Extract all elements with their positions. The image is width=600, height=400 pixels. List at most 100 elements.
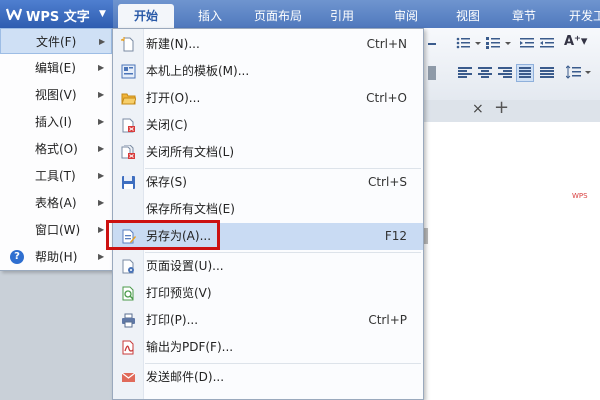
template-icon [121,64,136,79]
menu-item-save-all[interactable]: 保存所有文档(E) [113,196,423,223]
menu-item-label: 本机上的模板(M)... [146,64,250,78]
wps-logo-icon [6,8,22,21]
print-preview-icon [122,286,134,301]
menu-item-insert[interactable]: 插入(I) ▶ [0,109,112,135]
menu-item-window[interactable]: 窗口(W) ▶ [0,217,112,243]
menu-item-tools[interactable]: 工具(T) ▶ [0,163,112,189]
tab-sections[interactable]: 章节 [504,4,544,28]
menu-item-label: 新建(N)... [146,37,200,51]
chevron-right-icon: ▶ [98,225,105,234]
tab-view[interactable]: 视图 [448,4,488,28]
ribbon-fragment-icon [428,66,436,80]
tab-home[interactable]: 开始 [118,4,174,28]
tab-insert[interactable]: 插入 [190,4,230,28]
change-case-icon: A⁺▾ [564,34,588,49]
menu-item-label: 保存(S) [146,175,187,189]
chevron-right-icon: ▶ [98,90,105,99]
app-title: WPS 文字 [26,10,90,25]
menu-item-label: 工具(T) [35,169,76,183]
menu-item-format[interactable]: 格式(O) ▶ [0,136,112,162]
document-page[interactable] [424,122,600,400]
tab-page-layout[interactable]: 页面布局 [246,4,310,28]
menu-item-label: 打印(P)... [146,313,199,327]
tab-references[interactable]: 引用 [322,4,362,28]
chevron-right-icon: ▶ [98,198,105,207]
tab-review[interactable]: 审阅 [386,4,426,28]
menu-item-save[interactable]: 保存(S) Ctrl+S [113,169,423,196]
wps-main-menu: 文件(F) ▶ 编辑(E) ▶ 视图(V) ▶ 插入(I) ▶ 格式(O) ▶ 工具(T)… [0,28,113,271]
bullet-list-icon [456,37,481,49]
open-folder-icon [121,93,136,105]
menu-item-templates[interactable]: 本机上的模板(M)... [113,58,423,85]
menu-item-partial[interactable] [113,391,423,399]
close-tab-icon[interactable]: × [472,101,484,117]
menu-item-close[interactable]: 关闭(C) [113,112,423,139]
chevron-down-icon: ▼ [99,9,106,19]
menu-item-label: 帮助(H) [35,250,78,264]
chevron-right-icon: ▶ [98,252,105,261]
menu-item-label: 编辑(E) [35,61,76,75]
line-spacing-icon [565,65,591,79]
justify-button[interactable] [516,64,534,82]
menu-item-file[interactable]: 文件(F) ▶ [0,28,112,54]
increase-indent-button[interactable] [540,36,556,52]
new-tab-button[interactable]: + [494,97,509,118]
menu-item-edit[interactable]: 编辑(E) ▶ [0,55,112,81]
shortcut-label: Ctrl+N [366,37,407,51]
menu-item-send-mail[interactable]: 发送邮件(D)... [113,364,423,391]
chevron-right-icon: ▶ [98,63,105,72]
indent-icon [540,38,554,48]
menu-item-label: 窗口(W) [35,223,81,237]
change-case-button[interactable]: A⁺▾ [564,34,587,50]
file-submenu: 新建(N)... Ctrl+N 本机上的模板(M)... 打开(O)... Ct… [112,28,424,400]
close-all-documents-icon [121,145,135,159]
numbered-list-button[interactable] [486,36,512,52]
save-icon [122,176,135,189]
menu-item-view[interactable]: 视图(V) ▶ [0,82,112,108]
chevron-right-icon: ▶ [98,171,105,180]
tab-developer[interactable]: 开发工 [562,4,600,28]
chevron-right-icon: ▶ [98,117,105,126]
pdf-export-icon [122,340,134,355]
ruler-marker [424,228,428,244]
help-icon: ? [10,250,24,264]
menu-item-label: 格式(O) [35,142,78,156]
close-document-icon [122,118,135,133]
print-icon [122,313,135,328]
menu-item-label: 发送邮件(D)... [146,370,225,384]
align-left-button[interactable] [458,67,472,79]
line-spacing-button[interactable] [565,64,592,80]
align-center-button[interactable] [478,67,492,79]
menu-item-page-setup[interactable]: 页面设置(U)... [113,253,423,280]
chevron-right-icon: ▶ [98,144,105,153]
new-document-icon [121,37,134,52]
numbered-list-icon [486,37,511,49]
wps-menu-button[interactable]: WPS 文字 ▼ [0,0,113,28]
bullet-list-button[interactable] [456,36,482,52]
decrease-indent-button[interactable] [520,36,536,52]
distribute-button[interactable] [540,67,554,79]
menu-item-label: 打印预览(V) [146,286,212,300]
menu-item-close-all[interactable]: 关闭所有文档(L) [113,139,423,166]
shortcut-label: Ctrl+O [366,91,407,105]
page-setup-icon [122,259,134,274]
menu-item-export-pdf[interactable]: 输出为PDF(F)... [113,334,423,361]
align-right-button[interactable] [498,67,512,79]
highlight-annotation [106,220,220,250]
justify-icon [519,67,533,79]
indent-icon [520,38,534,48]
menu-item-label: 保存所有文档(E) [146,202,235,216]
mail-icon [121,372,136,382]
menu-item-new[interactable]: 新建(N)... Ctrl+N [113,31,423,58]
menu-item-help[interactable]: ? 帮助(H) ▶ [0,244,112,270]
menu-item-print-preview[interactable]: 打印预览(V) [113,280,423,307]
menu-item-label: 页面设置(U)... [146,259,224,273]
menu-item-label: 关闭所有文档(L) [146,145,235,159]
menu-item-label: 关闭(C) [146,118,188,132]
shortcut-label: F12 [384,229,407,243]
menu-item-print[interactable]: 打印(P)... Ctrl+P [113,307,423,334]
menu-item-table[interactable]: 表格(A) ▶ [0,190,112,216]
menu-item-open[interactable]: 打开(O)... Ctrl+O [113,85,423,112]
shortcut-label: Ctrl+P [368,313,407,327]
menu-item-label: 表格(A) [35,196,77,210]
